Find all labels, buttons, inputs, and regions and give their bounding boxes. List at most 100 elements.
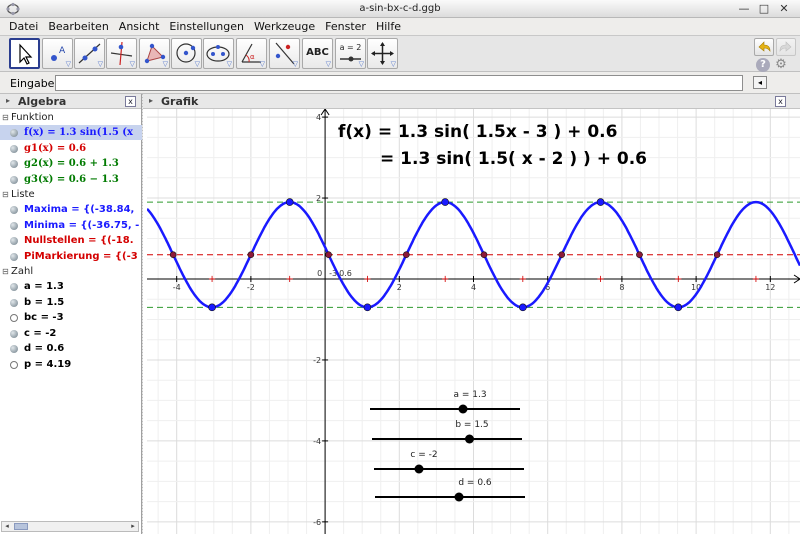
visibility-toggle-icon[interactable] [10, 144, 18, 153]
input-field[interactable] [55, 75, 743, 91]
algebra-item[interactable]: p = 4.19 [0, 357, 142, 372]
pi-marking[interactable]: + [752, 274, 760, 285]
algebra-category-zahl[interactable]: ⊟ Zahl [0, 264, 142, 279]
reflect-tool-button[interactable]: ▽ [269, 38, 300, 69]
midline-point[interactable] [713, 251, 721, 259]
menu-hilfe[interactable]: Hilfe [371, 18, 406, 35]
algebra-category-funktion[interactable]: ⊟ Funktion [0, 110, 142, 125]
visibility-toggle-icon[interactable] [10, 314, 18, 322]
point-tool-button[interactable]: A ▽ [42, 38, 73, 69]
slider-tool-button[interactable]: a = 2 ▽ [335, 38, 366, 69]
line-tool-button[interactable]: ▽ [74, 38, 105, 69]
move-tool-button[interactable] [9, 38, 40, 69]
collapse-toggle-icon[interactable]: ⊟ [2, 187, 11, 202]
redo-button[interactable] [776, 38, 796, 56]
redo-icon [779, 41, 792, 52]
algebra-item[interactable]: b = 1.5 [0, 295, 142, 310]
pi-marking[interactable]: + [674, 274, 682, 285]
menu-werkzeuge[interactable]: Werkzeuge [249, 18, 320, 35]
algebra-item[interactable]: Nullstellen = {(-18. [0, 233, 142, 248]
circle-tool-button[interactable]: ▽ [171, 38, 202, 69]
visibility-toggle-icon[interactable] [10, 283, 18, 291]
midline-point[interactable] [480, 251, 488, 259]
minimum-point[interactable] [208, 303, 216, 312]
midline-point[interactable] [247, 251, 255, 259]
polygon-tool-button[interactable]: ▽ [139, 38, 170, 69]
algebra-item[interactable]: Minima = {(-36.75, - [0, 218, 142, 233]
pi-marking[interactable]: + [441, 274, 449, 285]
visibility-toggle-icon[interactable] [10, 329, 18, 338]
angle-tool-button[interactable]: α ▽ [236, 38, 267, 69]
undo-button[interactable] [754, 38, 774, 56]
collapse-toggle-icon[interactable]: ⊟ [2, 110, 11, 125]
menu-bearbeiten[interactable]: Bearbeiten [43, 18, 113, 35]
menu-ansicht[interactable]: Ansicht [114, 18, 165, 35]
midline-point[interactable] [636, 251, 643, 259]
minimize-button[interactable]: — [736, 1, 752, 17]
menu-fenster[interactable]: Fenster [320, 18, 371, 35]
midline-point[interactable] [325, 251, 332, 259]
visibility-toggle-icon[interactable] [10, 237, 18, 245]
visibility-toggle-icon[interactable] [10, 206, 18, 214]
scrollbar-thumb[interactable] [14, 523, 28, 530]
visibility-toggle-icon[interactable] [10, 175, 18, 184]
visibility-toggle-icon[interactable] [10, 298, 18, 307]
pi-marking[interactable]: + [286, 274, 294, 285]
algebra-item[interactable]: g3(x) = 0.6 − 1.3 [0, 172, 142, 187]
input-history-icon[interactable]: ◂ [753, 76, 767, 89]
close-algebra-button[interactable]: x [125, 96, 136, 107]
maximize-button[interactable]: □ [756, 1, 772, 17]
algebra-item[interactable]: g1(x) = 0.6 [0, 141, 142, 156]
text-tool-button[interactable]: ABC ▽ [302, 38, 333, 69]
perpendicular-line-tool-button[interactable]: ▽ [106, 38, 137, 69]
scroll-right-icon[interactable]: ▸ [128, 522, 138, 531]
horizontal-scrollbar[interactable]: ◂ ▸ [1, 521, 139, 532]
close-window-button[interactable]: ✕ [776, 1, 792, 17]
visibility-toggle-icon[interactable] [10, 160, 18, 168]
minimum-point[interactable] [519, 303, 527, 312]
visibility-toggle-icon[interactable] [10, 345, 18, 353]
minimum-point[interactable] [674, 303, 683, 312]
maximum-point[interactable] [596, 198, 605, 206]
ellipse-tool-button[interactable]: ▽ [203, 38, 234, 69]
algebra-category-liste[interactable]: ⊟ Liste [0, 187, 142, 202]
algebra-item[interactable]: d = 0.6 [0, 341, 142, 356]
slider-knob[interactable] [414, 464, 424, 474]
slider-knob[interactable] [454, 492, 464, 502]
menu-datei[interactable]: Datei [4, 18, 43, 35]
midline-point[interactable] [558, 251, 566, 259]
y-tick-label: -6 [313, 518, 321, 527]
algebra-item[interactable]: Maxima = {(-38.84, [0, 202, 142, 217]
midline-point[interactable] [169, 251, 177, 259]
algebra-item[interactable]: g2(x) = 0.6 + 1.3 [0, 156, 142, 171]
algebra-item[interactable]: c = -2 [0, 326, 142, 341]
maximum-point[interactable] [441, 198, 449, 206]
close-graphics-button[interactable]: x [775, 96, 786, 107]
pi-marking[interactable]: + [596, 274, 604, 285]
visibility-toggle-icon[interactable] [10, 360, 18, 369]
collapse-triangle-icon[interactable]: ▸ [149, 96, 153, 105]
slider-knob[interactable] [458, 404, 468, 414]
menu-einstellungen[interactable]: Einstellungen [164, 18, 249, 35]
pi-marking[interactable]: + [208, 274, 216, 285]
move-graphics-view-tool-button[interactable]: ▽ [367, 38, 398, 69]
visibility-toggle-icon[interactable] [10, 252, 18, 261]
midline-point[interactable] [402, 251, 410, 259]
minimum-point[interactable] [363, 303, 372, 312]
gear-icon[interactable]: ⚙ [774, 58, 788, 72]
algebra-item[interactable]: PiMarkierung = {(-3 [0, 249, 142, 264]
collapse-triangle-icon[interactable]: ▸ [6, 96, 10, 105]
visibility-toggle-icon[interactable] [10, 129, 18, 137]
pi-marking[interactable]: + [363, 274, 371, 285]
visibility-toggle-icon[interactable] [10, 221, 18, 230]
coordinate-plane[interactable]: -4 -2 2 4 6 8 10 1242-2-4-60 -3 0.6+ + + + + + + +a = 1.… [147, 109, 800, 534]
maximum-point[interactable] [285, 198, 294, 206]
scroll-left-icon[interactable]: ◂ [2, 522, 12, 531]
pi-marking[interactable]: + [519, 274, 527, 285]
algebra-item[interactable]: a = 1.3 [0, 279, 142, 294]
help-icon[interactable]: ? [756, 58, 770, 72]
collapse-toggle-icon[interactable]: ⊟ [2, 264, 11, 279]
algebra-item[interactable]: bc = -3 [0, 310, 142, 325]
algebra-item[interactable]: f(x) = 1.3 sin(1.5 (x [0, 125, 142, 140]
slider-knob[interactable] [465, 434, 474, 444]
